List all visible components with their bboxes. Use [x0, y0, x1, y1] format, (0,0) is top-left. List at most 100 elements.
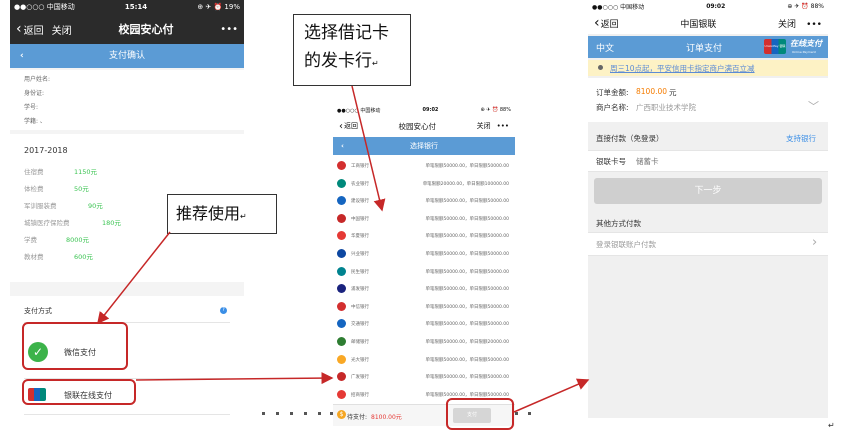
bank-name: 华夏银行 [351, 234, 369, 240]
chevron-left-icon: ‹ [339, 120, 343, 132]
bank-row[interactable]: 华夏银行 单笔限额50000.00，单日限额50000.00 [333, 226, 515, 245]
bank-logo-icon [337, 161, 346, 170]
back-button[interactable]: ‹ 返回 [594, 15, 619, 31]
return-mark: ↵ [372, 59, 379, 68]
bank-limit: 单笔限额50000.00，单日限额50000.00 [425, 164, 509, 169]
return-mark: ↵ [240, 212, 247, 221]
clock-text: 09:02 [422, 107, 439, 113]
bank-name: 民生银行 [351, 269, 369, 275]
divider [24, 414, 230, 415]
battery-text: ⊕ ✈ ⏰ 19% [197, 3, 240, 11]
unionpay-highlight-box [22, 379, 136, 405]
close-link[interactable]: 关闭 [52, 22, 72, 37]
sub-header: ‹ 选择银行 [333, 137, 515, 155]
help-icon[interactable]: ? [220, 307, 227, 314]
login-pay-label: 登录银联账户付款 [596, 240, 656, 249]
chevron-left-icon: ‹ [16, 21, 22, 37]
clock-text: 09:02 [706, 2, 726, 10]
card-number-input[interactable] [634, 154, 818, 169]
bank-row[interactable]: 建设银行 单笔限额50000.00，单日限额50000.00 [333, 191, 515, 210]
more-menu-icon[interactable]: ••• [497, 122, 509, 130]
bank-logo-icon [337, 213, 346, 223]
carrier-text: ●●○○○ 中国移动 [592, 3, 645, 11]
fee-row: 住宿费 1150元 [24, 168, 98, 176]
bank-name: 兴业银行 [351, 252, 369, 257]
bank-name: 农业银行 [351, 181, 369, 187]
bank-name: 建设银行 [351, 199, 369, 205]
bank-logo-icon [337, 319, 346, 329]
fee-row: 学费 8000元 [24, 236, 90, 244]
language-switch[interactable]: 中文 [596, 41, 614, 54]
bank-row[interactable]: 农业银行 单笔限额20000.00，单日限额100000.00 [333, 174, 515, 193]
user-field: 学籍: 、 [24, 118, 46, 125]
bank-row[interactable]: 中信银行 单笔限额50000.00，单日限额50000.00 [333, 297, 515, 316]
page-title: 校园安心付 [398, 121, 437, 131]
order-amount-unit: 元 [669, 88, 677, 97]
carrier-text: ●●○○○ 中国移动 [337, 107, 381, 114]
close-link[interactable]: 关闭 [477, 122, 491, 130]
user-info-card: 用户姓名: 身份证: 学号: 学籍: 、 [10, 70, 244, 130]
close-link[interactable]: 关闭 [778, 20, 796, 30]
bank-logo-icon [337, 178, 346, 188]
due-amount: 8100.00元 [371, 414, 402, 421]
merchant-label: 商户名称: [596, 103, 629, 112]
sub-header: ‹ 支付确认 [10, 44, 244, 68]
page-title: 校园安心付 [118, 23, 174, 36]
bank-logo-icon [337, 266, 346, 276]
bank-name: 工商银行 [351, 164, 369, 169]
order-info: 订单金额: 8100.00 元 商户名称: 广西职业技术学院 ﹀ [588, 78, 828, 122]
more-menu-icon[interactable]: ••• [220, 24, 238, 35]
bank-limit: 单笔限额50000.00，单日限额50000.00 [425, 304, 509, 310]
bank-limit: 单笔限额50000.00，单日限额50000.00 [425, 269, 509, 275]
page-title: 中国银联 [680, 19, 717, 30]
bank-name: 交通银行 [351, 322, 369, 328]
nav-bar: ‹ 返回 关闭 校园安心付 ••• [10, 14, 244, 44]
direct-pay-row: 直接付款（免登录） 支持银行 [588, 130, 828, 146]
bank-logo-icon [337, 354, 346, 364]
nav-bar: ‹ 返回 中国银联 关闭 ••• [588, 12, 828, 34]
bank-name: 广发银行 [351, 375, 369, 381]
recommend-callout: 推荐使用↵ [167, 194, 277, 234]
bank-row[interactable]: 广发银行 单笔限额50000.00，单日限额50000.00 [333, 367, 515, 386]
login-pay-row[interactable]: 登录银联账户付款 › [588, 232, 828, 256]
choose-debit-callout: 选择借记卡的发卡行↵ [293, 14, 411, 86]
bank-row[interactable]: 光大银行 单笔限额50000.00，单日限额50000.00 [333, 350, 515, 369]
back-button[interactable]: ‹ 返回 [339, 121, 358, 132]
sub-header-title: 支付确认 [108, 51, 145, 61]
bank-logo-icon [337, 249, 346, 258]
supported-banks-link[interactable]: 支持银行 [786, 133, 816, 144]
chevron-left-icon: ‹ [594, 15, 600, 31]
bank-row[interactable]: 浦发银行 单笔限额50000.00，单日限额50000.00 [333, 279, 515, 298]
payment-method-label: 支付方式 [24, 307, 52, 315]
back-button[interactable]: ‹ 返回 关闭 [16, 21, 72, 37]
due-label: 待支付: [347, 414, 368, 421]
status-bar: ●●○○○ 中国移动 09:02 ⊕ ✈ ⏰ 88% [588, 0, 828, 12]
more-menu-icon[interactable]: ••• [806, 20, 822, 30]
back-arrow-icon[interactable]: ‹ [20, 44, 24, 68]
bank-row[interactable]: 民生银行 单笔限额50000.00，单日限额50000.00 [333, 262, 515, 281]
status-bar: ●●○○○ 中国移动 15:14 ⊕ ✈ ⏰ 19% [10, 0, 244, 14]
order-amount-label: 订单金额: [596, 88, 629, 97]
bank-row[interactable]: 中国银行 单笔限额50000.00，单日限额50000.00 [333, 209, 515, 228]
promo-text: 周三10点起，平安信用卡指定商户满百立减 [610, 64, 755, 73]
back-arrow-icon[interactable]: ‹ [341, 137, 344, 155]
school-year: 2017-2018 [24, 146, 68, 155]
promo-notice[interactable]: 周三10点起，平安信用卡指定商户满百立减 [588, 60, 828, 76]
chevron-right-icon: › [812, 235, 818, 250]
card-input-row: 银联卡号 [588, 150, 828, 172]
direct-pay-label: 直接付款（免登录） [596, 134, 664, 143]
bank-limit: 单笔限额50000.00，单日限额50000.00 [425, 357, 509, 363]
bank-row[interactable]: 邮储银行 单笔限额50000.00，单日限额20000.00 [333, 332, 515, 351]
chevron-down-icon[interactable]: ﹀ [808, 98, 819, 114]
bank-logo-icon [337, 389, 346, 399]
online-pay-slogan-en: Online Payment [792, 50, 816, 54]
return-mark: ↵ [828, 421, 835, 430]
phone-screen-select-bank: ●●○○○ 中国移动 09:02 ⊕ ✈ ⏰ 88% ‹ 返回 校园安心付 关闭 •… [333, 104, 515, 426]
user-field: 学号: [24, 104, 39, 111]
bank-limit: 单笔限额50000.00，单日限额20000.00 [425, 340, 509, 345]
bank-logo-icon [337, 337, 346, 346]
bank-row[interactable]: 交通银行 单笔限额50000.00，单日限额50000.00 [333, 314, 515, 333]
next-button[interactable]: 下一步 [594, 178, 822, 204]
bank-row[interactable]: 兴业银行 单笔限额50000.00，单日限额50000.00 [333, 244, 515, 263]
bank-row[interactable]: 工商银行 单笔限额50000.00，单日限额50000.00 [333, 156, 515, 175]
